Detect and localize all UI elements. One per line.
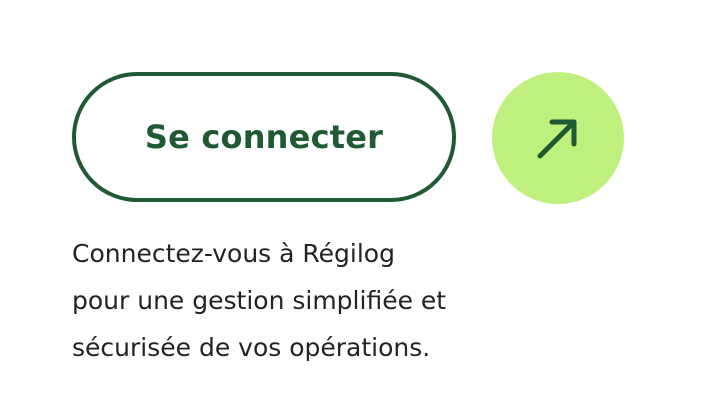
login-card: Se connecter Connectez-vous à Régilog po… [0, 0, 720, 401]
description-line: pour une gestion simplifiée et [72, 286, 447, 315]
description-line: sécurisée de vos opérations. [72, 333, 431, 362]
description-line: Connectez-vous à Régilog [72, 239, 395, 268]
arrow-up-right-icon [534, 114, 582, 162]
description-text: Connectez-vous à Régilog pour une gestio… [72, 230, 672, 371]
arrow-button[interactable] [492, 72, 624, 204]
login-button-label: Se connecter [144, 118, 384, 156]
login-button[interactable]: Se connecter [72, 72, 456, 202]
